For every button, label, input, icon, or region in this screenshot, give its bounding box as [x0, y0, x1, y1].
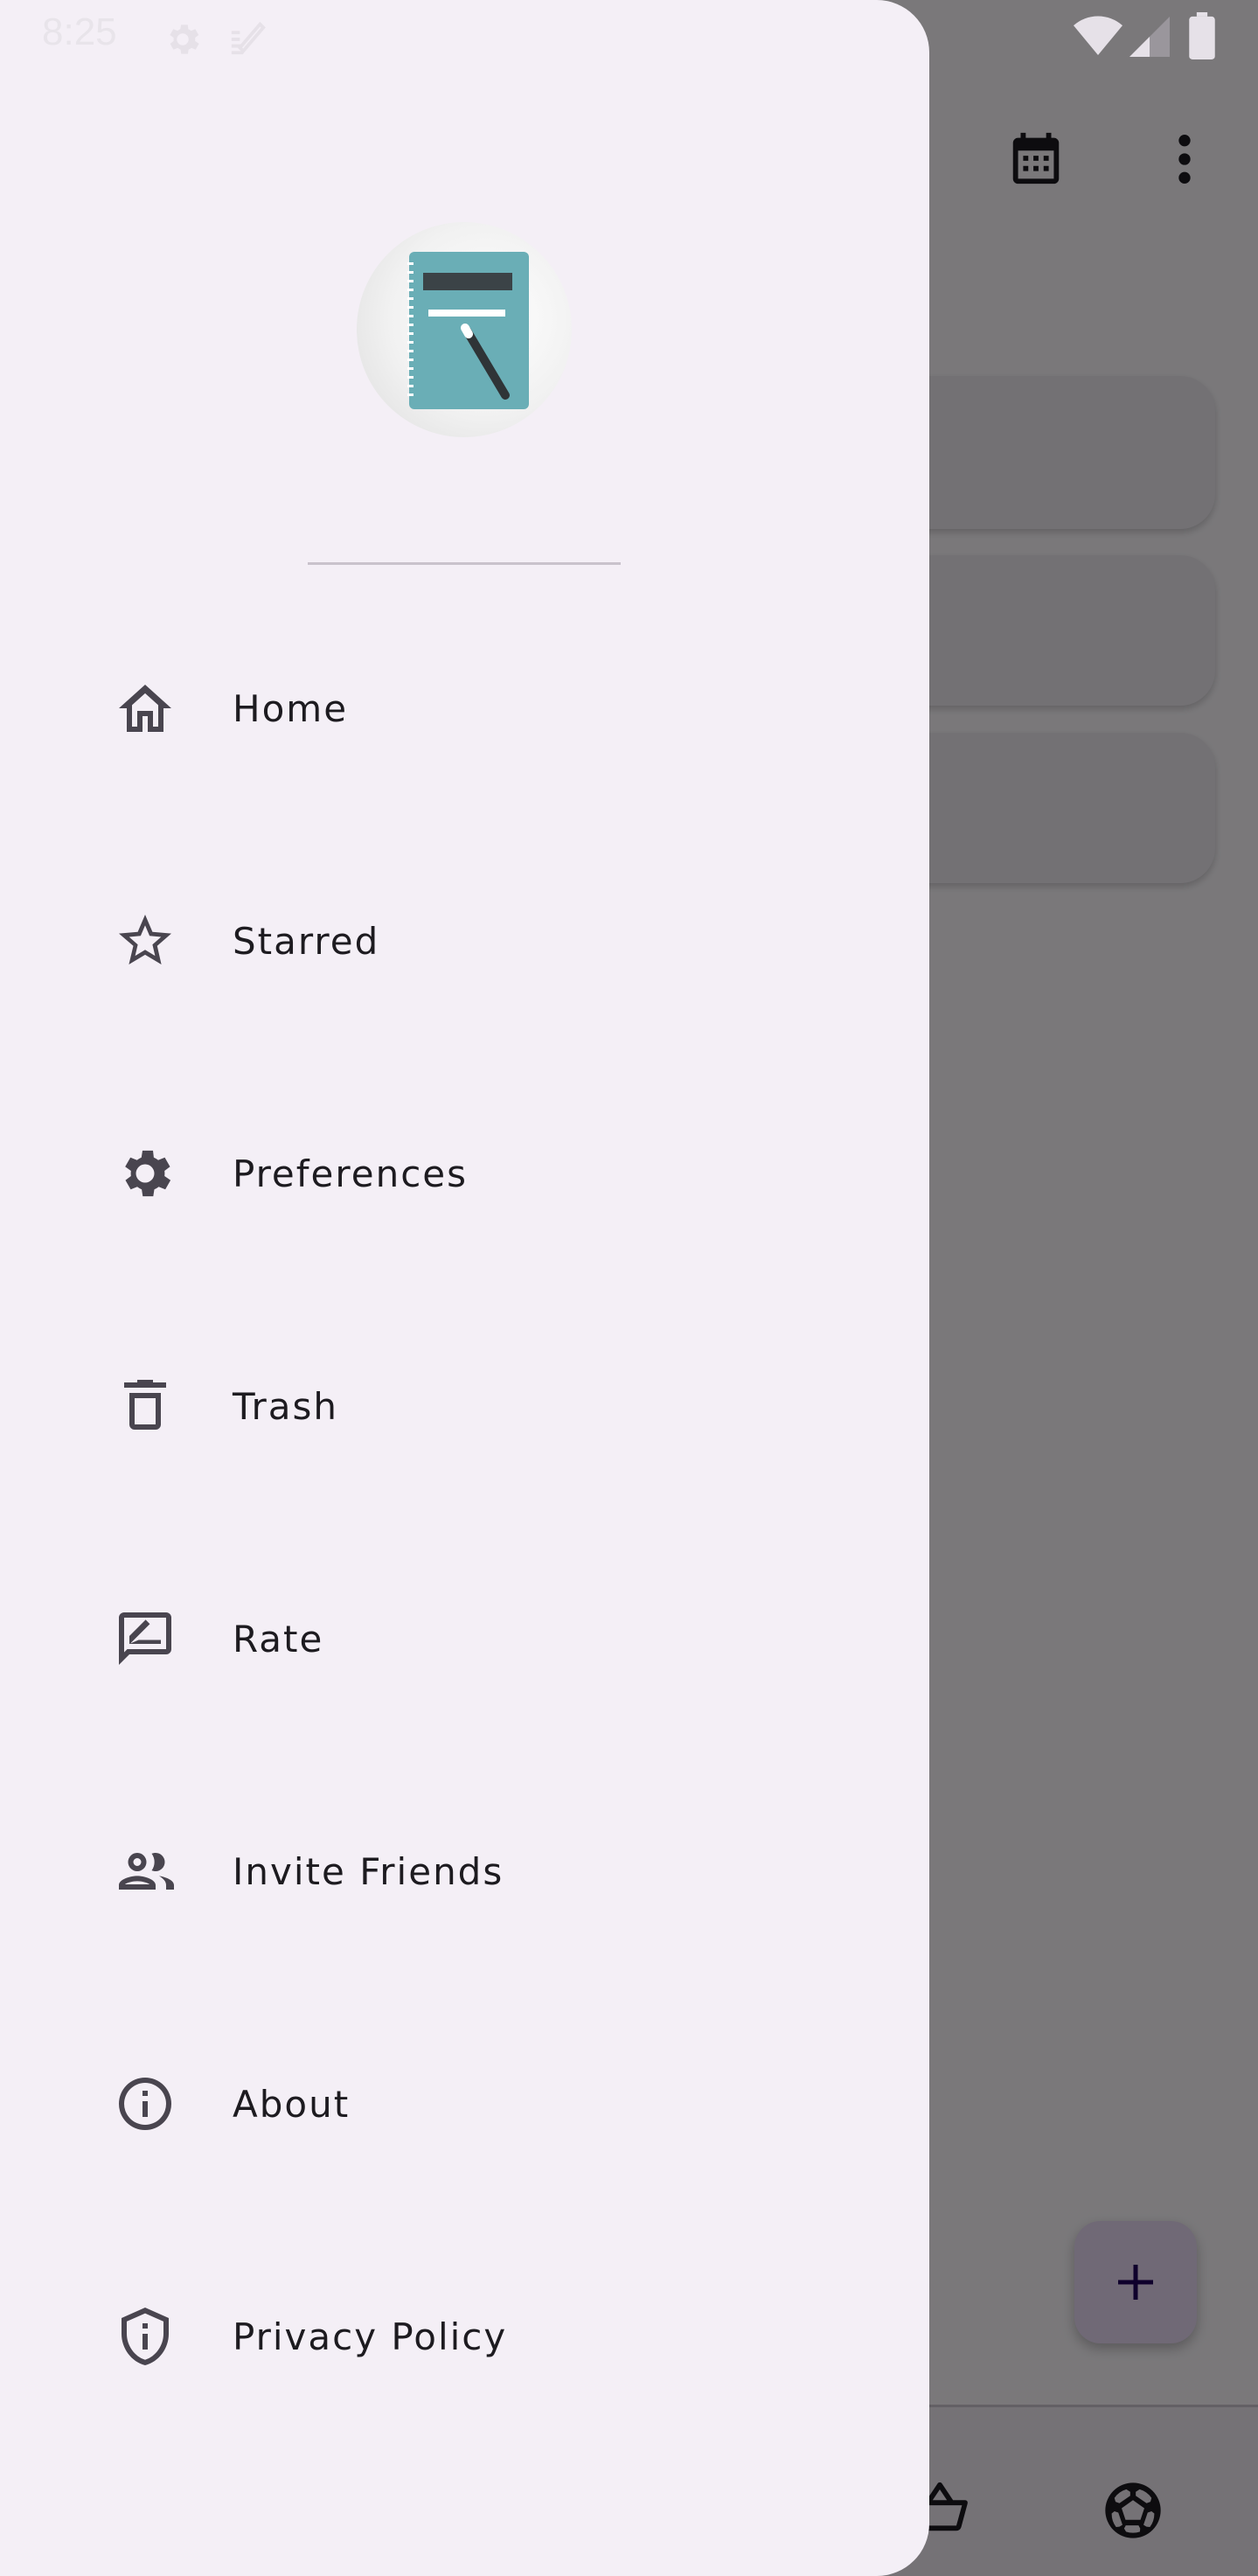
- app-logo: [357, 222, 572, 437]
- drawer-item-label: Invite Friends: [233, 1849, 504, 1893]
- drawer-item-label: Starred: [233, 919, 380, 963]
- signal-icon: [1129, 17, 1170, 57]
- drawer-item-label: Rate: [233, 1617, 324, 1660]
- drawer-item-preferences[interactable]: Preferences: [0, 1086, 929, 1261]
- star-icon: [114, 909, 177, 972]
- drawer-item-trash[interactable]: Trash: [0, 1319, 929, 1493]
- drawer-item-label: Home: [233, 686, 349, 730]
- drawer-item-invite-friends[interactable]: Invite Friends: [0, 1784, 929, 1959]
- drawer-item-home[interactable]: Home: [0, 621, 929, 796]
- drawer-item-starred[interactable]: Starred: [0, 853, 929, 1028]
- drawer-item-rate[interactable]: Rate: [0, 1551, 929, 1726]
- group-icon: [114, 1840, 177, 1903]
- drawer-item-label: Privacy Policy: [233, 2315, 508, 2358]
- settings-icon: [170, 24, 199, 54]
- battery-icon: [1189, 12, 1215, 59]
- rate-review-icon: [114, 1607, 177, 1670]
- shield-icon: [114, 2305, 177, 2368]
- drawer-item-label: Preferences: [233, 1152, 469, 1195]
- status-bar: 8:25: [0, 0, 1258, 79]
- wifi-icon: [1074, 16, 1122, 55]
- drawer-item-privacy-policy[interactable]: Privacy Policy: [0, 2249, 929, 2424]
- drawer-divider: [308, 562, 621, 565]
- drawer-item-about[interactable]: About: [0, 2016, 929, 2191]
- navigation-drawer: Home Starred Preferences Trash Rate Invi…: [0, 0, 929, 2576]
- drawer-item-label: Trash: [233, 1384, 338, 1428]
- status-time: 8:25: [42, 10, 117, 53]
- edit-icon: [231, 21, 266, 55]
- trash-icon: [114, 1375, 177, 1438]
- notebook-logo-icon: [407, 252, 529, 409]
- home-icon: [114, 677, 177, 740]
- drawer-item-label: About: [233, 2082, 351, 2126]
- info-icon: [114, 2072, 177, 2135]
- gear-icon: [114, 1142, 177, 1205]
